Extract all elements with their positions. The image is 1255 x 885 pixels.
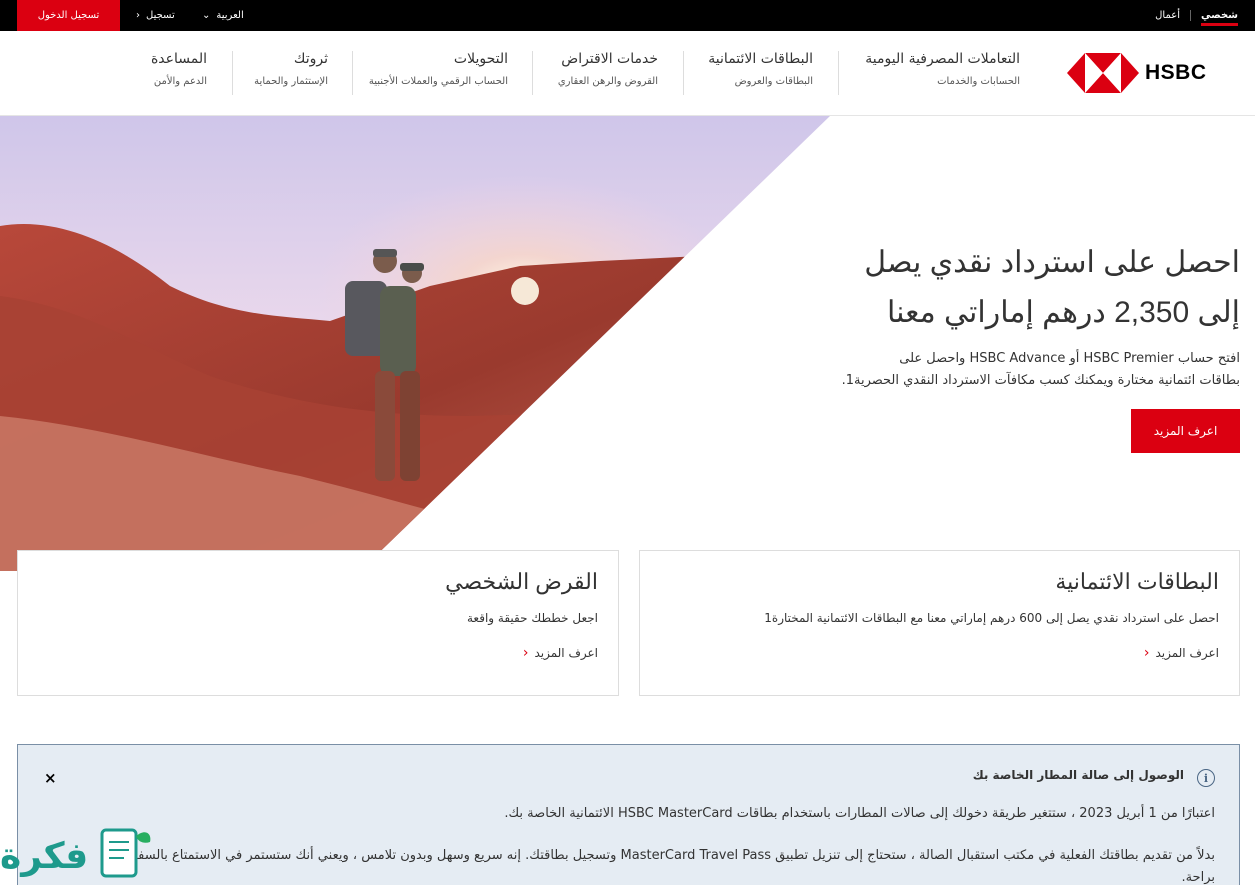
nav-item-title: التحويلات — [453, 51, 508, 67]
nav-item-daily-banking[interactable]: التعاملات المصرفية اليومية الحسابات والخ… — [865, 51, 1020, 87]
hero-heading: احصل على استرداد نقدي يصل إلى 2,350 درهم… — [840, 238, 1240, 338]
nav-item-wealth[interactable]: ثروتك الإستثمار والحماية — [254, 51, 328, 87]
personal-loan-card[interactable]: القرض الشخصي اجعل خططك حقيقة واقعة اعرف … — [17, 550, 619, 696]
brand-wordmark: HSBC — [1145, 61, 1207, 84]
hero-image — [0, 116, 830, 571]
chevron-left-icon: › — [136, 10, 140, 21]
card-description: احصل على استرداد نقدي يصل إلى 600 درهم إ… — [764, 611, 1219, 625]
nav-item-help[interactable]: المساعدة الدعم والأمن — [151, 51, 207, 87]
card-title: البطاقات الائتمانية — [1055, 569, 1219, 594]
card-link-label: اعرف المزيد — [534, 646, 598, 660]
hikers-illustration — [0, 116, 830, 571]
chevron-left-icon: ‹ — [522, 645, 529, 661]
nav-item-credit-cards[interactable]: البطاقات الائتمانية البطاقات والعروض — [708, 51, 813, 87]
card-link-label: اعرف المزيد — [1155, 646, 1219, 660]
nav-divider — [352, 51, 353, 95]
top-bar: تسجيل الدخول › تسجيل ⌄ العربية أعمال شخص… — [0, 0, 1255, 31]
notice-title: الوصول إلى صالة المطار الخاصة بك — [972, 768, 1184, 782]
hero-copy: احصل على استرداد نقدي يصل إلى 2,350 درهم… — [840, 238, 1240, 392]
hero-description-line2: بطاقات ائتمانية مختارة ويمكنك كسب مكافآت… — [841, 373, 1240, 388]
nav-divider — [232, 51, 233, 95]
card-description: اجعل خططك حقيقة واقعة — [467, 611, 598, 625]
nav-item-title: البطاقات الائتمانية — [708, 51, 813, 67]
hero-description-line1: افتح حساب HSBC Premier أو HSBC Advance و… — [899, 351, 1240, 366]
register-label: تسجيل — [146, 10, 175, 21]
watermark-text: فكرة — [0, 836, 89, 877]
chevron-left-icon: ‹ — [1143, 645, 1150, 661]
chevron-down-icon: ⌄ — [202, 10, 211, 21]
nav-item-transfers[interactable]: التحويلات الحساب الرقمي والعملات الأجنبي… — [369, 51, 508, 87]
nav-item-subtitle: الدعم والأمن — [153, 76, 207, 87]
nav-item-subtitle: الحساب الرقمي والعملات الأجنبية — [368, 76, 508, 87]
nav-item-subtitle: الحسابات والخدمات — [937, 76, 1020, 87]
hero-banner: احصل على استرداد نقدي يصل إلى 2,350 درهم… — [0, 116, 1255, 571]
learn-more-button[interactable]: اعرف المزيد — [1131, 409, 1240, 453]
notice-paragraph-2: بدلاً من تقديم بطاقتك الفعلية في مكتب اس… — [131, 848, 1215, 885]
nav-item-title: خدمات الاقتراض — [561, 51, 658, 67]
main-navigation: HSBC التعاملات المصرفية اليومية الحسابات… — [0, 31, 1255, 116]
nav-item-borrowing[interactable]: خدمات الاقتراض القروض والرهن العقاري — [558, 51, 658, 87]
card-learn-more-link[interactable]: اعرف المزيد ‹ — [660, 645, 1219, 661]
language-selector[interactable]: ⌄ العربية — [202, 0, 244, 31]
close-icon[interactable]: × — [44, 769, 57, 787]
nav-divider — [532, 51, 533, 95]
card-title: القرض الشخصي — [445, 569, 598, 594]
nav-item-subtitle: القروض والرهن العقاري — [557, 76, 658, 87]
personal-tab[interactable]: شخصي — [1200, 5, 1238, 26]
airport-lounge-notice: i الوصول إلى صالة المطار الخاصة بك اعتبا… — [17, 744, 1240, 885]
nav-divider — [683, 51, 684, 95]
info-icon: i — [1197, 769, 1215, 787]
business-tab[interactable]: أعمال — [1155, 10, 1191, 21]
register-link[interactable]: › تسجيل — [136, 0, 175, 31]
notice-paragraph-1: اعتبارًا من 1 أبريل 2023 ، ستتغير طريقة … — [504, 806, 1215, 821]
segment-switcher: أعمال شخصي — [1155, 0, 1238, 31]
site-watermark: فكرة — [0, 822, 160, 885]
credit-cards-card[interactable]: البطاقات الائتمانية احصل على استرداد نقد… — [639, 550, 1240, 696]
card-learn-more-link[interactable]: اعرف المزيد ‹ — [38, 645, 598, 661]
nav-item-title: التعاملات المصرفية اليومية — [865, 51, 1020, 67]
hsbc-hexagon-icon — [1067, 53, 1139, 93]
hero-heading-line2: إلى 2,350 درهم إماراتي معنا — [886, 296, 1240, 329]
hero-description: افتح حساب HSBC Premier أو HSBC Advance و… — [840, 348, 1240, 392]
language-label: العربية — [216, 10, 244, 21]
hsbc-logo[interactable]: HSBC — [1067, 53, 1207, 93]
nav-item-title: ثروتك — [293, 51, 328, 67]
nav-item-subtitle: البطاقات والعروض — [734, 76, 813, 87]
nav-divider — [838, 51, 839, 95]
login-button[interactable]: تسجيل الدخول — [17, 0, 120, 31]
nav-item-subtitle: الإستثمار والحماية — [254, 76, 328, 87]
hero-heading-line1: احصل على استرداد نقدي يصل — [864, 246, 1240, 279]
nav-item-title: المساعدة — [150, 51, 207, 67]
